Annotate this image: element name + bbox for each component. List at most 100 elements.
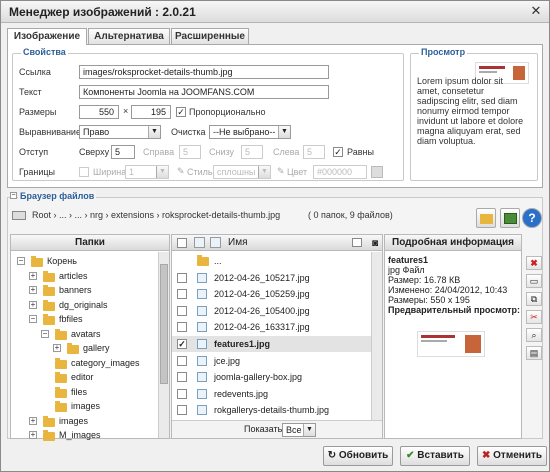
folder-tree-item[interactable]: + dg_originals bbox=[11, 299, 157, 312]
copy-icon[interactable]: ⧉ bbox=[526, 292, 542, 306]
proportional-checkbox[interactable]: ✓ bbox=[176, 107, 186, 117]
folder-icon bbox=[55, 401, 67, 412]
binoculars-icon[interactable]: ◙ bbox=[372, 236, 378, 251]
height-input[interactable]: 195 bbox=[131, 105, 171, 119]
border-width-select[interactable]: 1 ▼ bbox=[125, 165, 169, 179]
delete-icon[interactable]: ✖ bbox=[526, 256, 542, 270]
width-input[interactable]: 550 bbox=[79, 105, 119, 119]
folder-tree-item[interactable]: − avatars bbox=[11, 328, 157, 341]
folder-label: gallery bbox=[83, 343, 110, 353]
file-name: ... bbox=[214, 256, 222, 266]
expand-icon[interactable]: + bbox=[29, 431, 37, 439]
margin-top-input[interactable]: 5 bbox=[111, 145, 135, 159]
show-label: Показать bbox=[244, 424, 283, 434]
border-style-select[interactable]: сплошны ▼ bbox=[213, 165, 271, 179]
select-all-checkbox[interactable] bbox=[177, 238, 187, 248]
detail-preview-image bbox=[417, 331, 485, 357]
file-row[interactable]: 2012-04-26_105217.jpg bbox=[172, 270, 382, 286]
chevron-down-icon: ▼ bbox=[148, 126, 160, 138]
new-folder-icon[interactable] bbox=[476, 208, 496, 228]
folder-tree-item[interactable]: files bbox=[11, 386, 157, 399]
cut-icon[interactable]: ✂ bbox=[526, 310, 542, 324]
folder-tree-item[interactable]: − Корень bbox=[11, 255, 157, 268]
folder-tree-item[interactable]: + articles bbox=[11, 270, 157, 283]
file-checkbox[interactable] bbox=[177, 289, 187, 300]
folder-tree-item[interactable]: + banners bbox=[11, 284, 157, 297]
file-checkbox[interactable] bbox=[177, 355, 187, 366]
file-row[interactable]: 2012-04-26_105259.jpg bbox=[172, 286, 382, 302]
align-select[interactable]: Право ▼ bbox=[79, 125, 161, 139]
collapse-icon[interactable]: − bbox=[29, 315, 37, 323]
folders-pane: Папки − Корень + articles + banners + dg_origin… bbox=[10, 234, 170, 442]
collapse-icon[interactable]: − bbox=[17, 257, 25, 265]
collapse-icon[interactable]: − bbox=[41, 329, 49, 338]
folder-tree-item[interactable]: category_images bbox=[11, 357, 157, 370]
expand-icon[interactable]: + bbox=[53, 344, 61, 352]
expand-icon[interactable]: + bbox=[29, 271, 37, 280]
sort-type-icon[interactable] bbox=[210, 237, 221, 248]
file-row[interactable]: jce.jpg bbox=[172, 353, 382, 369]
file-row[interactable]: joomla-gallery-box.jpg bbox=[172, 369, 382, 385]
file-row[interactable]: rokgallerys-details-thumb.jpg bbox=[172, 402, 382, 418]
margin-left-input[interactable]: 5 bbox=[303, 145, 325, 159]
insert-button[interactable]: ✔ Вставить bbox=[400, 446, 470, 466]
breadcrumb-path[interactable]: Root › ... › ... › nrg › extensions › ro… bbox=[32, 206, 280, 224]
folder-tree-item[interactable]: − fbfiles bbox=[11, 313, 157, 326]
url-input[interactable]: images/roksprocket-details-thumb.jpg bbox=[79, 65, 329, 79]
file-checkbox[interactable] bbox=[177, 388, 187, 399]
file-row[interactable]: ✓ features1.jpg bbox=[172, 336, 382, 352]
alt-text-input[interactable]: Компоненты Joomla на JOOMFANS.COM bbox=[79, 85, 329, 99]
expand-icon[interactable]: + bbox=[29, 300, 37, 309]
tab-alternative[interactable]: Альтернатива bbox=[88, 28, 170, 44]
name-header[interactable]: Имя bbox=[228, 235, 247, 250]
folder-label: fbfiles bbox=[59, 314, 83, 324]
file-row[interactable]: ... bbox=[172, 253, 382, 269]
collapse-icon[interactable]: − bbox=[10, 192, 17, 199]
folder-tree-item[interactable]: + M_images bbox=[11, 429, 157, 442]
refresh-button[interactable]: ↻ Обновить bbox=[323, 446, 393, 466]
expand-icon[interactable]: + bbox=[29, 416, 37, 425]
upload-icon[interactable] bbox=[500, 208, 520, 228]
rename-icon[interactable]: ▭ bbox=[526, 274, 542, 288]
list-view-icon[interactable] bbox=[352, 238, 362, 247]
color-picker-icon[interactable] bbox=[371, 166, 383, 178]
sort-icon[interactable] bbox=[194, 237, 205, 248]
file-checkbox[interactable] bbox=[177, 322, 187, 333]
folder-tree-item[interactable]: + images bbox=[11, 415, 157, 428]
folders-scrollbar[interactable] bbox=[158, 252, 169, 438]
files-scrollbar[interactable] bbox=[371, 252, 382, 420]
tab-image[interactable]: Изображение bbox=[7, 28, 87, 45]
show-select[interactable]: Все ▼ bbox=[282, 423, 316, 437]
file-checkbox[interactable] bbox=[177, 272, 187, 283]
border-color-input[interactable]: #000000 bbox=[313, 165, 367, 179]
margin-label: Отступ bbox=[19, 147, 49, 157]
paste-icon[interactable]: ▤ bbox=[526, 346, 542, 360]
expand-icon[interactable]: + bbox=[29, 286, 37, 294]
file-name: joomla-gallery-box.jpg bbox=[214, 372, 303, 383]
folder-tree-item[interactable]: images bbox=[11, 400, 157, 413]
file-checkbox[interactable] bbox=[177, 372, 187, 383]
clear-label: Очистка bbox=[171, 127, 206, 137]
cancel-button[interactable]: ✖ Отменить bbox=[477, 446, 547, 466]
border-checkbox[interactable] bbox=[79, 167, 89, 177]
folder-icon bbox=[55, 328, 67, 340]
chevron-down-icon: ▼ bbox=[303, 424, 315, 436]
margin-right-input[interactable]: 5 bbox=[179, 145, 201, 159]
view-icon[interactable]: ⌕ bbox=[526, 328, 542, 342]
folder-label: avatars bbox=[71, 328, 101, 339]
folder-tree-item[interactable]: editor bbox=[11, 371, 157, 384]
file-row[interactable]: 2012-04-26_105400.jpg bbox=[172, 303, 382, 319]
close-icon[interactable]: ✕ bbox=[529, 4, 543, 18]
file-checkbox[interactable]: ✓ bbox=[177, 339, 187, 349]
folder-tree-item[interactable]: + gallery bbox=[11, 342, 157, 355]
tab-advanced[interactable]: Расширенные bbox=[171, 28, 249, 44]
file-row[interactable]: redevents.jpg bbox=[172, 386, 382, 402]
file-checkbox[interactable] bbox=[177, 305, 187, 316]
clear-select[interactable]: --Не выбрано-- ▼ bbox=[209, 125, 291, 139]
file-row[interactable]: 2012-04-26_163317.jpg bbox=[172, 319, 382, 335]
close-icon: ✖ bbox=[481, 450, 494, 461]
margin-bottom-input[interactable]: 5 bbox=[241, 145, 263, 159]
equal-margins-checkbox[interactable]: ✓ bbox=[333, 147, 343, 157]
file-checkbox[interactable] bbox=[177, 405, 187, 416]
help-icon[interactable]: ? bbox=[522, 208, 542, 228]
